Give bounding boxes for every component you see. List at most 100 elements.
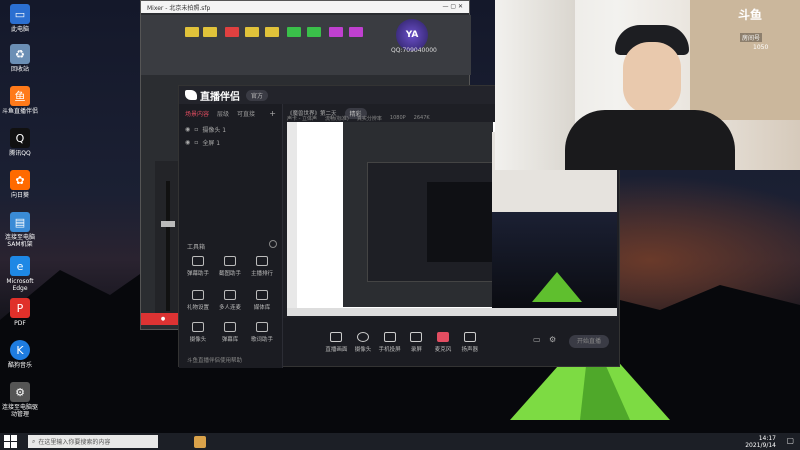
record-settings-icon[interactable]: ▭ bbox=[533, 335, 541, 344]
start-live-button[interactable]: 开始直播 bbox=[569, 335, 609, 348]
version-badge[interactable]: 官方 bbox=[246, 89, 269, 101]
edge-icon: e bbox=[10, 256, 30, 276]
phone-icon bbox=[383, 331, 396, 342]
windows-start-icon[interactable] bbox=[4, 434, 18, 449]
btn-speaker[interactable]: 扬声器 bbox=[456, 331, 483, 353]
broadcast-logo: 直播伴侣 bbox=[185, 88, 240, 103]
mixer-title: Mixer - 北京未拍照.sfp bbox=[147, 5, 211, 12]
tool-danmu[interactable]: 弹幕助手 bbox=[183, 256, 213, 277]
preview-taskbar bbox=[287, 308, 617, 316]
gift-icon bbox=[192, 290, 204, 300]
speaker-icon bbox=[463, 331, 476, 342]
toolbox-toggle-icon[interactable] bbox=[269, 240, 277, 248]
desktop-icon-computer[interactable]: ▭ 此电脑 bbox=[2, 4, 38, 33]
mixer-channel-button[interactable] bbox=[349, 27, 363, 37]
screenshot-icon bbox=[224, 256, 236, 266]
scene-tabs: 场景内容 层级 可直接 + bbox=[179, 104, 282, 123]
eye-icon[interactable]: ◉ bbox=[185, 139, 190, 146]
preview-nested-capture bbox=[427, 182, 497, 262]
window-controls[interactable]: — ▢ ✕ bbox=[442, 3, 463, 11]
webcam-overlay: 斗鱼 房间号 1050 bbox=[495, 0, 800, 170]
danmu-icon bbox=[192, 256, 204, 266]
btn-record[interactable]: 录屏 bbox=[403, 331, 430, 353]
fader-track bbox=[166, 181, 170, 311]
desktop-icon-kugou[interactable]: K 酷狗音乐 bbox=[2, 340, 38, 369]
control-bar: 直播画面 摄像头 手机投屏 录屏 麦克风 扬声器 ▭ ⚙ 开始直播 bbox=[283, 318, 619, 366]
tool-camera[interactable]: 摄像头 bbox=[183, 322, 213, 343]
mixer-channel-button[interactable] bbox=[203, 27, 217, 37]
help-link[interactable]: 斗鱼直播伴侣使用帮助 bbox=[187, 356, 242, 364]
computer-icon: ▭ bbox=[10, 4, 30, 24]
eye-icon[interactable]: ◉ bbox=[185, 126, 190, 133]
tool-lyrics[interactable]: 歌词助手 bbox=[247, 322, 277, 343]
mixer-channel-button[interactable] bbox=[185, 27, 199, 37]
desktop-icon-qq[interactable]: Q 腾讯QQ bbox=[2, 128, 38, 157]
media-icon bbox=[256, 290, 268, 300]
tool-gift[interactable]: 礼物设置 bbox=[183, 290, 213, 311]
tab-direct[interactable]: 可直接 bbox=[237, 109, 255, 118]
mixer-channel-button[interactable] bbox=[287, 27, 301, 37]
record-icon bbox=[410, 331, 423, 342]
taskbar-search[interactable]: ⌕ 在这里输入你要搜索的内容 bbox=[28, 435, 158, 448]
lock-icon[interactable]: ▫ bbox=[194, 126, 198, 133]
add-source-icon[interactable]: + bbox=[269, 109, 276, 118]
mixer-channel-button[interactable] bbox=[225, 27, 239, 37]
driver-icon: ⚙ bbox=[10, 382, 30, 402]
taskbar-clock[interactable]: 14:17 2021/9/14 bbox=[745, 435, 776, 449]
douyu-watermark: 斗鱼 bbox=[738, 8, 763, 22]
mixer-channel-button[interactable] bbox=[307, 27, 321, 37]
desktop-icon-sunflower[interactable]: ✿ 向日葵 bbox=[2, 170, 38, 199]
notification-icon[interactable]: ▢ bbox=[786, 436, 794, 445]
monitor-icon bbox=[330, 331, 343, 342]
tool-screenshot[interactable]: 截图助手 bbox=[215, 256, 245, 277]
person-shirt bbox=[565, 110, 735, 170]
tool-ranking[interactable]: 主播排行 bbox=[247, 256, 277, 277]
btn-camera[interactable]: 摄像头 bbox=[350, 331, 377, 353]
btn-live-screen[interactable]: 直播画面 bbox=[323, 331, 350, 353]
desktop-icon-pdf[interactable]: P PDF bbox=[2, 298, 38, 327]
mixer-channel-button[interactable] bbox=[245, 27, 259, 37]
microphone-icon bbox=[437, 331, 450, 342]
fader-knob[interactable] bbox=[161, 221, 175, 227]
room-label: 房间号 bbox=[740, 33, 763, 42]
desktop-icon-sam-rack[interactable]: ▤ 连接至电脑SAM机架 bbox=[2, 212, 38, 248]
search-icon: ⌕ bbox=[32, 437, 36, 445]
kugou-icon: K bbox=[10, 340, 30, 360]
mixer-title-bar[interactable]: Mixer - 北京未拍照.sfp — ▢ ✕ bbox=[141, 1, 469, 13]
desktop-icon-edge[interactable]: e Microsoft Edge bbox=[2, 256, 38, 292]
desktop-icon-douyu[interactable]: 鱼 斗鱼直播伴侣 bbox=[2, 86, 38, 115]
lock-icon[interactable]: ▫ bbox=[194, 139, 198, 146]
btn-microphone[interactable]: 麦克风 bbox=[430, 331, 457, 353]
tab-layer[interactable]: 层级 bbox=[217, 109, 229, 118]
mixer-channel-button[interactable] bbox=[265, 27, 279, 37]
camera-icon bbox=[192, 322, 204, 332]
taskbar: ⌕ 在这里输入你要搜索的内容 14:17 2021/9/14 ▢ bbox=[0, 433, 800, 450]
multi-mic-icon bbox=[224, 290, 236, 300]
desktop-icon-recycle-bin[interactable]: ♻ 回收站 bbox=[2, 44, 38, 73]
preview-desktop-strip bbox=[287, 122, 297, 316]
desktop-icon-driver[interactable]: ⚙ 连接至电脑驱动管理 bbox=[2, 382, 38, 418]
recycle-bin-icon: ♻ bbox=[10, 44, 30, 64]
tab-scene[interactable]: 场景内容 bbox=[185, 109, 209, 118]
source-item[interactable]: ◉ ▫ 全屏 1 bbox=[179, 136, 282, 149]
settings-icon[interactable]: ⚙ bbox=[549, 335, 556, 344]
lyrics-icon bbox=[256, 322, 268, 332]
source-item[interactable]: ◉ ▫ 摄像头 1 bbox=[179, 123, 282, 136]
mixer-channel-button[interactable] bbox=[329, 27, 343, 37]
toolbox-label: 工具箱 bbox=[187, 244, 206, 251]
tool-danmu-lib[interactable]: 弹幕库 bbox=[215, 322, 245, 343]
preview-wallpaper-capture bbox=[492, 212, 617, 312]
qq-icon: Q bbox=[10, 128, 30, 148]
btn-phone-cast[interactable]: 手机投屏 bbox=[376, 331, 403, 353]
camera-icon bbox=[357, 331, 369, 342]
scene-panel: 场景内容 层级 可直接 + ◉ ▫ 摄像头 1 ◉ ▫ 全屏 1 工具箱 弹幕助… bbox=[179, 104, 283, 368]
taskbar-app-douyu[interactable] bbox=[194, 435, 206, 448]
tool-media[interactable]: 媒体库 bbox=[247, 290, 277, 311]
mixer-qq-label: QQ:709040000 bbox=[391, 47, 437, 54]
tool-multi-mic[interactable]: 多人连麦 bbox=[215, 290, 245, 311]
sunflower-icon: ✿ bbox=[10, 170, 30, 190]
pdf-icon: P bbox=[10, 298, 30, 318]
preview-tent bbox=[532, 272, 582, 302]
douyu-icon: 鱼 bbox=[10, 86, 30, 106]
curtain bbox=[495, 0, 575, 170]
